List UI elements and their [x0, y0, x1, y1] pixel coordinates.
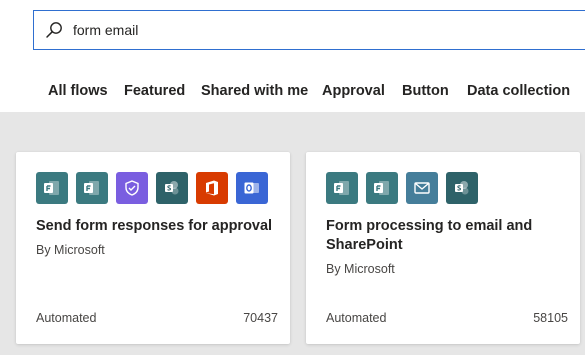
forms-icon	[326, 172, 358, 204]
card-type: Automated	[36, 311, 97, 325]
template-card-form-processing[interactable]: Form processing to email and SharePoint …	[306, 152, 580, 344]
forms-icon	[366, 172, 398, 204]
card-title: Form processing to email and SharePoint	[326, 218, 533, 253]
card-author: By Microsoft	[36, 243, 105, 257]
card-usage-count: 70437	[243, 311, 278, 325]
sharepoint-icon	[156, 172, 188, 204]
tab-all-flows[interactable]: All flows	[48, 83, 108, 99]
card-type: Automated	[326, 311, 387, 325]
search-input[interactable]	[73, 22, 553, 38]
card-author: By Microsoft	[326, 262, 395, 276]
tab-data-collection[interactable]: Data collection	[467, 83, 570, 99]
search-icon	[43, 19, 65, 41]
category-tabs: All flows Featured Shared with me Approv…	[0, 70, 585, 112]
tab-featured[interactable]: Featured	[124, 83, 185, 99]
sharepoint-icon	[446, 172, 478, 204]
office-icon	[196, 172, 228, 204]
connector-icons	[36, 172, 268, 204]
tab-button[interactable]: Button	[402, 83, 449, 99]
mail-icon	[406, 172, 438, 204]
outlook-icon	[236, 172, 268, 204]
forms-icon	[76, 172, 108, 204]
card-title: Send form responses for approval	[36, 218, 273, 234]
template-gallery: Send form responses for approval By Micr…	[0, 112, 585, 355]
tab-shared-with-me[interactable]: Shared with me	[201, 83, 308, 99]
connector-icons	[326, 172, 478, 204]
card-usage-count: 58105	[533, 311, 568, 325]
approvals-icon	[116, 172, 148, 204]
search-box[interactable]	[33, 10, 585, 50]
template-card-send-form-responses[interactable]: Send form responses for approval By Micr…	[16, 152, 290, 344]
tab-approval[interactable]: Approval	[322, 83, 385, 99]
forms-icon	[36, 172, 68, 204]
